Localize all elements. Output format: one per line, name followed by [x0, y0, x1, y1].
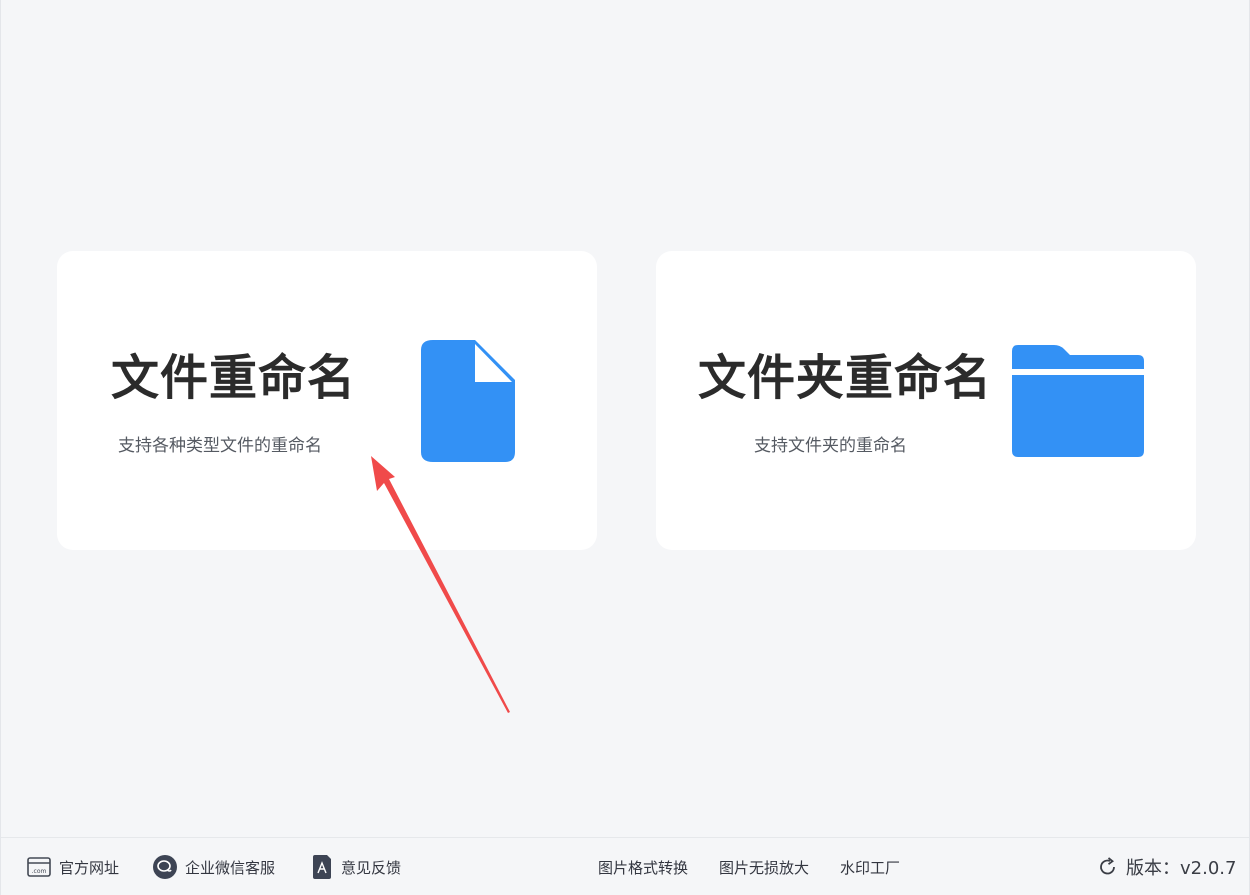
wechat-service-icon	[153, 855, 177, 879]
watermark-factory-label: 水印工厂	[840, 858, 901, 877]
folder-rename-title: 文件夹重命名	[698, 350, 993, 406]
website-label: 官方网址	[59, 858, 120, 877]
folder-rename-description: 支持文件夹的重命名	[754, 436, 907, 456]
svg-text:.com: .com	[32, 868, 47, 875]
feedback-label: 意见反馈	[341, 858, 402, 877]
version-label: 版本：v2.0.7	[1126, 858, 1237, 879]
folder-icon	[1012, 345, 1146, 463]
image-format-convert-link[interactable]: 图片格式转换	[598, 838, 688, 895]
file-rename-description: 支持各种类型文件的重命名	[118, 436, 322, 456]
app-window: 文件重命名 支持各种类型文件的重命名 文件夹重命名 支持文件夹的重命名 .com…	[0, 0, 1250, 895]
version-check[interactable]: 版本：v2.0.7	[1098, 838, 1236, 895]
feedback-link[interactable]: 意见反馈	[313, 838, 401, 895]
feedback-icon	[313, 855, 333, 879]
file-rename-title: 文件重命名	[111, 350, 357, 406]
website-icon: .com	[27, 857, 51, 877]
file-rename-card[interactable]: 文件重命名 支持各种类型文件的重命名	[57, 251, 597, 550]
image-lossless-enlarge-label: 图片无损放大	[719, 858, 810, 877]
website-link[interactable]: .com 官方网址	[27, 838, 119, 895]
image-lossless-enlarge-link[interactable]: 图片无损放大	[719, 838, 809, 895]
footer-bar: .com 官方网址 企业微信客服 意见反馈 图片格式转换 图片无损放大 水印工厂…	[1, 837, 1249, 895]
file-icon	[421, 340, 517, 468]
wechat-service-link[interactable]: 企业微信客服	[153, 838, 275, 895]
image-format-convert-label: 图片格式转换	[598, 858, 689, 877]
watermark-factory-link[interactable]: 水印工厂	[840, 838, 900, 895]
wechat-service-label: 企业微信客服	[185, 858, 276, 877]
refresh-icon	[1098, 857, 1118, 877]
folder-rename-card[interactable]: 文件夹重命名 支持文件夹的重命名	[656, 251, 1196, 550]
